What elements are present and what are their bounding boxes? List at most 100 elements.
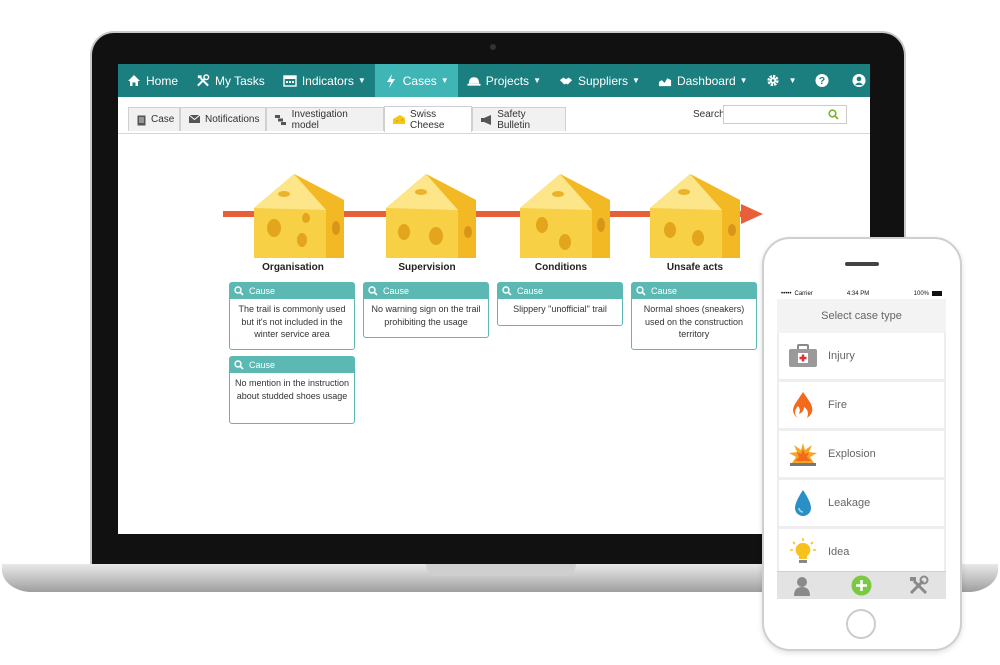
case-type-label: Fire: [828, 399, 847, 411]
nav-suppliers-label: Suppliers: [577, 73, 629, 88]
case-type-injury[interactable]: Injury: [779, 333, 944, 379]
cheese-icon: [393, 114, 405, 125]
help-icon: ?: [814, 73, 829, 88]
envelope-icon: [189, 114, 200, 125]
calendar-icon: [283, 74, 297, 88]
svg-text:?: ?: [818, 76, 824, 87]
cheese-slice-organisation: [254, 174, 344, 258]
nav-home-label: Home: [146, 73, 179, 88]
cause-label: Cause: [249, 286, 276, 296]
user-icon: [851, 73, 866, 88]
cause-card[interactable]: Cause No warning sign on the trail prohi…: [363, 282, 489, 338]
magnifier-icon: [234, 286, 244, 296]
case-type-label: Leakage: [828, 497, 871, 509]
phone-speaker: [845, 262, 879, 266]
nav-dashboard-label: Dashboard: [676, 73, 736, 88]
cause-label: Cause: [651, 286, 678, 296]
chevron-down-icon: ▼: [357, 76, 366, 85]
tab-safety-bulletin[interactable]: Safety Bulletin: [472, 107, 566, 131]
nav-my-tasks-label: My Tasks: [215, 73, 265, 88]
case-type-leakage[interactable]: Leakage: [779, 480, 944, 526]
magnifier-icon: [234, 360, 244, 370]
laptop-notch: [426, 564, 576, 576]
nav-cases[interactable]: Cases ▼: [374, 64, 458, 97]
nav-suppliers[interactable]: Suppliers ▼: [550, 64, 649, 97]
app-screen: Home My Tasks Indicators ▼ Cases ▼ Proje…: [118, 64, 870, 534]
cause-card[interactable]: Cause No mention in the instruction abou…: [229, 356, 355, 424]
help-button[interactable]: ?: [806, 64, 843, 97]
cause-card[interactable]: Cause Slippery "unofficial" trail: [497, 282, 623, 326]
home-icon: [127, 74, 141, 88]
top-navigation: Home My Tasks Indicators ▼ Cases ▼ Proje…: [118, 64, 870, 97]
handshake-icon: [559, 74, 573, 88]
search-icon[interactable]: [828, 107, 839, 125]
tab-case-label: Case: [151, 114, 175, 125]
cause-label: Cause: [517, 286, 544, 296]
document-icon: [137, 115, 146, 125]
cause-label: Cause: [249, 360, 276, 370]
tab-safety-bulletin-label: Safety Bulletin: [497, 108, 531, 131]
tab-case[interactable]: Case: [128, 107, 180, 131]
cause-header: Cause: [632, 283, 756, 299]
case-type-fire[interactable]: Fire: [779, 382, 944, 428]
magnifier-icon: [502, 286, 512, 296]
cause-card[interactable]: Cause Normal shoes (sneakers) used on th…: [631, 282, 757, 350]
cause-text: No mention in the instruction about stud…: [234, 378, 350, 401]
case-type-idea[interactable]: Idea: [779, 529, 944, 575]
cause-text: Normal shoes (sneakers) used on the cons…: [643, 304, 745, 339]
profile-icon[interactable]: [793, 576, 811, 599]
tab-notifications[interactable]: Notifications: [180, 107, 266, 131]
chevron-down-icon: ▼: [533, 76, 541, 85]
nav-my-tasks[interactable]: My Tasks: [187, 64, 274, 97]
tab-swiss-cheese[interactable]: Swiss Cheese: [384, 106, 472, 132]
column-title-supervision: Supervision: [398, 262, 456, 273]
magnifier-icon: [368, 286, 378, 296]
cause-text: Slippery "unofficial" trail: [513, 304, 607, 314]
settings-button[interactable]: ▼: [757, 64, 806, 97]
nav-home[interactable]: Home: [118, 64, 187, 97]
case-type-explosion[interactable]: Explosion: [779, 431, 944, 477]
phone-tab-bar: [777, 571, 946, 599]
nav-cases-label: Cases: [402, 73, 437, 88]
tools-icon: [196, 74, 210, 88]
chart-icon: [658, 74, 672, 88]
helmet-icon: [467, 74, 481, 88]
cause-header: Cause: [230, 357, 354, 373]
lightning-icon: [384, 73, 398, 88]
case-type-label: Idea: [828, 546, 850, 558]
nav-dashboard[interactable]: Dashboard ▼: [649, 64, 757, 97]
column-title-conditions: Conditions: [534, 262, 588, 273]
add-case-icon[interactable]: [851, 575, 872, 599]
cause-header: Cause: [230, 283, 354, 299]
drop-icon: [788, 488, 818, 518]
first-aid-kit-icon: [788, 341, 818, 371]
tab-notifications-label: Notifications: [205, 114, 260, 125]
phone-home-button[interactable]: [846, 609, 876, 639]
carrier-label: Carrier: [794, 290, 813, 297]
nav-projects[interactable]: Projects ▼: [458, 64, 550, 97]
lightbulb-icon: [788, 537, 818, 567]
nav-indicators[interactable]: Indicators ▼: [274, 64, 375, 97]
chevron-down-icon: ▼: [440, 76, 449, 85]
gear-icon: [766, 74, 780, 88]
cause-card[interactable]: Cause The trail is commonly used but it'…: [229, 282, 355, 350]
megaphone-icon: [481, 114, 492, 125]
tab-investigation-model-label: Investigation model: [291, 108, 348, 131]
tab-investigation-model[interactable]: Investigation model: [266, 107, 384, 131]
user-menu-button[interactable]: ▼: [843, 64, 871, 97]
nav-projects-label: Projects: [485, 73, 530, 88]
column-title-organisation: Organisation: [262, 262, 324, 273]
phone-screen: ••••• Carrier 4:34 PM 100% Select case t…: [777, 288, 946, 599]
tools-icon[interactable]: [908, 575, 929, 599]
case-type-label: Explosion: [828, 448, 876, 460]
cause-text: The trail is commonly used but it's not …: [238, 304, 346, 339]
signal-icon: •••••: [781, 290, 792, 297]
tab-bar: Case Notifications Investigation model S…: [118, 97, 870, 134]
phone-header: Select case type: [777, 299, 946, 333]
search-label: Search: [693, 109, 725, 120]
column-title-unsafe-acts: Unsafe acts: [666, 262, 724, 273]
explosion-icon: [788, 439, 818, 469]
battery-label: 100%: [913, 290, 929, 297]
chevron-down-icon: ▼: [788, 76, 797, 85]
chevron-down-icon: ▼: [739, 76, 748, 85]
